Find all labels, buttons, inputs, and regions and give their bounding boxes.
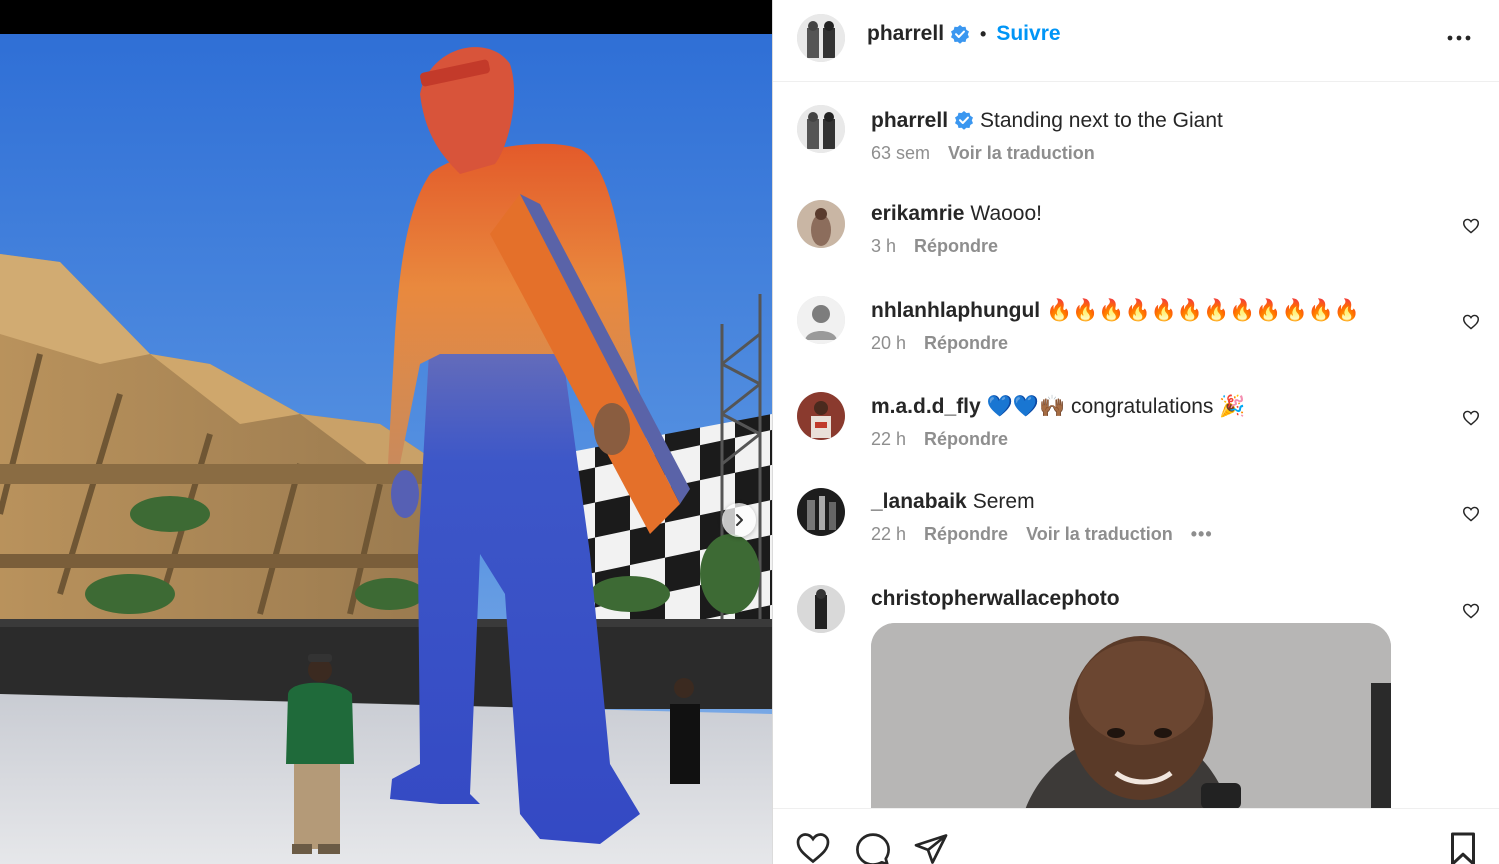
comment-time[interactable]: 22 h [871,524,906,545]
comment-username[interactable]: christopherwallacephoto [871,587,1120,610]
commenter-avatar[interactable] [797,392,845,440]
comment-button[interactable] [855,831,891,864]
more-options-button[interactable] [1444,26,1474,50]
comment-username[interactable]: nhlanhlaphungul [871,299,1040,322]
post-header: pharrell • Suivre [773,0,1499,82]
caption-text: Standing next to the Giant [980,109,1223,132]
bookmark-icon [1447,831,1479,864]
heart-icon [1462,603,1480,619]
commenter-avatar[interactable] [797,296,845,344]
heart-icon [1462,506,1480,522]
header-user-row: pharrell • Suivre [867,22,1061,46]
commenter-avatar[interactable] [797,200,845,248]
comment-like-button[interactable] [1460,408,1482,428]
caption-time[interactable]: 63 sem [871,143,930,164]
like-button[interactable] [795,831,831,864]
heart-icon [795,831,831,864]
caption-translate-link[interactable]: Voir la traduction [948,143,1095,164]
post-media[interactable] [0,0,772,864]
reply-button[interactable]: Répondre [924,333,1008,354]
reply-button[interactable]: Répondre [924,524,1008,545]
comment-text: 🔥🔥🔥🔥🔥🔥🔥🔥🔥🔥🔥🔥 [1046,298,1360,322]
comment-like-button[interactable] [1460,312,1482,332]
post-side-panel: pharrell • Suivre pharrell Standing next… [772,0,1499,864]
more-horizontal-icon [1447,35,1471,41]
comment-time[interactable]: 22 h [871,429,906,450]
author-username[interactable]: pharrell [867,22,944,46]
save-button[interactable] [1447,831,1483,864]
author-avatar[interactable] [797,14,845,62]
comment-icon [855,831,891,864]
post-photo [0,34,772,864]
comment-item: christopherwallacephoto [773,585,1499,809]
comment-username[interactable]: erikamrie [871,202,964,225]
carousel-next-button[interactable] [722,503,756,537]
verified-badge-icon [950,24,970,44]
comment-username[interactable]: _lanabaik [871,490,967,513]
comment-like-button[interactable] [1460,504,1482,524]
comment-gif[interactable] [871,623,1391,809]
heart-icon [1462,314,1480,330]
comment-like-button[interactable] [1460,601,1482,621]
heart-icon [1462,410,1480,426]
comment-emoji: 💙💙🙌🏾 [986,394,1066,418]
verified-badge-icon [954,110,974,130]
post-actions-bar [773,808,1499,864]
comment-emoji: 🎉 [1219,394,1246,418]
comment-username[interactable]: m.a.d.d_fly [871,395,981,418]
comment-more-button[interactable]: ••• [1191,524,1213,545]
follow-button[interactable]: Suivre [996,22,1060,46]
comment-text: Waooo! [970,202,1042,225]
paper-plane-icon [913,831,949,864]
chevron-right-icon [731,512,747,528]
commenter-avatar[interactable] [797,585,845,633]
caption-username[interactable]: pharrell [871,109,948,132]
reply-button[interactable]: Répondre [914,236,998,257]
comments-list[interactable]: pharrell Standing next to the Giant 63 s… [773,83,1499,809]
share-button[interactable] [913,831,949,864]
comment-text: Serem [972,490,1035,513]
header-separator: • [980,23,987,44]
comment-translate-link[interactable]: Voir la traduction [1026,524,1173,545]
comment-time[interactable]: 20 h [871,333,906,354]
comment-time[interactable]: 3 h [871,236,896,257]
comment-like-button[interactable] [1460,216,1482,236]
comment-text: congratulations [1071,395,1214,418]
reply-button[interactable]: Répondre [924,429,1008,450]
author-avatar[interactable] [797,105,845,153]
commenter-avatar[interactable] [797,488,845,536]
heart-icon [1462,218,1480,234]
